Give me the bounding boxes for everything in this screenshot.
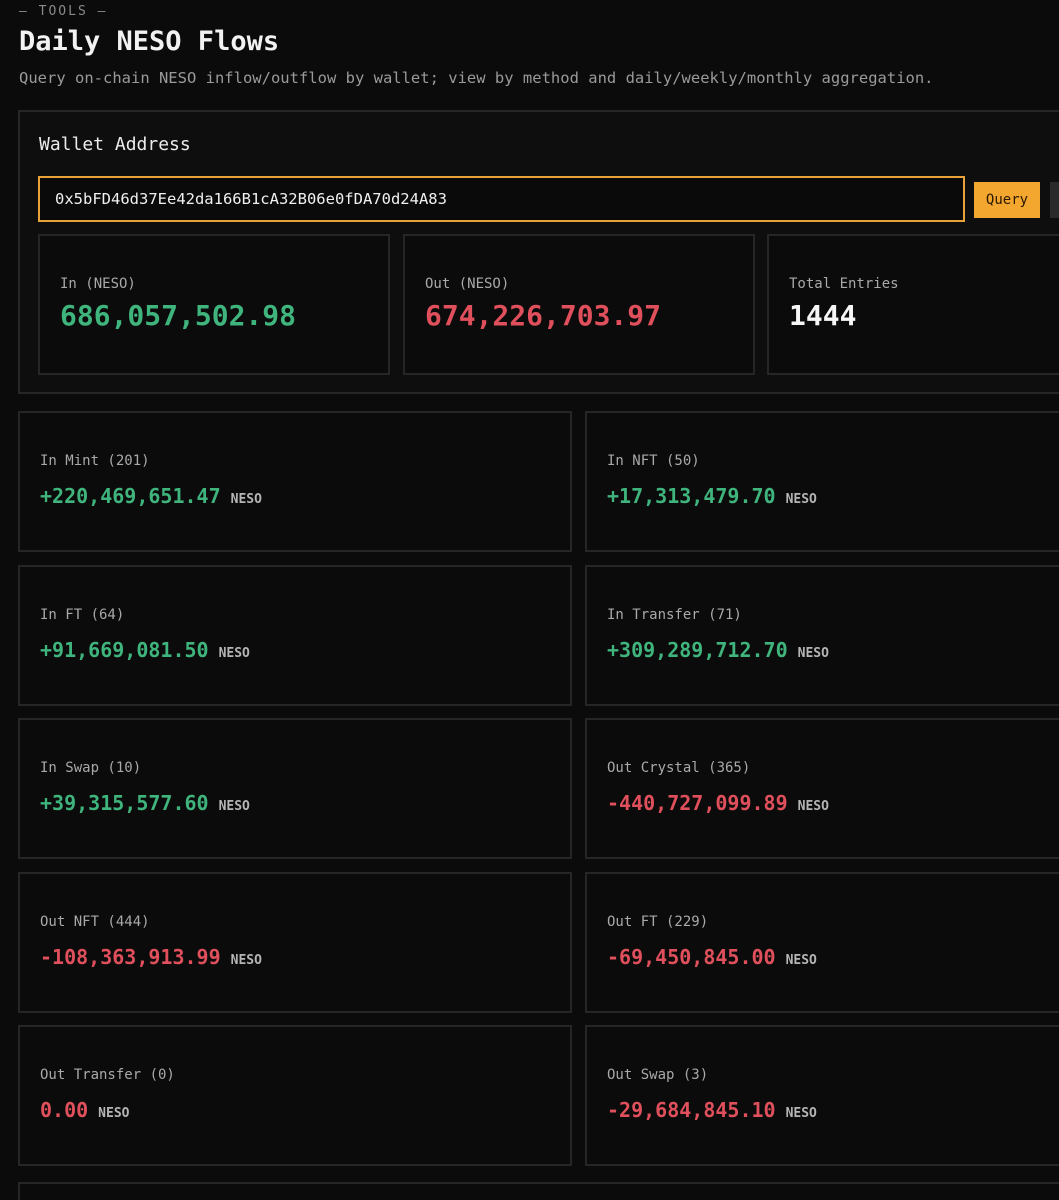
stat-label: In (NESO): [60, 276, 136, 292]
method-label: Out FT (229): [607, 914, 709, 930]
wallet-panel: Wallet Address Query In (NESO) 686,057,5…: [18, 110, 1059, 394]
unit-label: NESO: [218, 646, 250, 661]
method-amount: -29,684,845.10: [607, 1098, 776, 1122]
unit-label: NESO: [98, 1106, 130, 1121]
method-label: In Transfer (71): [607, 607, 742, 623]
method-amount: -69,450,845.00: [607, 945, 776, 969]
page-subtitle: Query on-chain NESO inflow/outflow by wa…: [19, 69, 934, 87]
method-amount: 0.00: [40, 1098, 89, 1122]
method-label: Out Crystal (365): [607, 760, 751, 776]
wallet-address-input[interactable]: [38, 176, 965, 222]
unit-label: NESO: [797, 646, 829, 661]
stat-out-total: Out (NESO) 674,226,703.97: [403, 234, 755, 375]
stat-total-entries: Total Entries 1444: [767, 234, 1059, 375]
method-label: In Swap (10): [40, 760, 142, 776]
method-amount: +220,469,651.47: [40, 484, 221, 508]
method-amount: -440,727,099.89: [607, 791, 788, 815]
stat-value: 1444: [789, 299, 857, 332]
method-card-in-nft: In NFT (50) +17,313,479.70 NESO: [585, 411, 1059, 552]
method-label: Out Swap (3): [607, 1067, 709, 1083]
stat-value: 674,226,703.97: [425, 299, 662, 332]
unit-label: NESO: [230, 492, 262, 507]
method-card-in-swap: In Swap (10) +39,315,577.60 NESO: [18, 718, 572, 859]
unit-label: NESO: [797, 799, 829, 814]
page-title: Daily NESO Flows: [19, 26, 280, 57]
method-label: In FT (64): [40, 607, 125, 623]
method-card-in-mint: In Mint (201) +220,469,651.47 NESO: [18, 411, 572, 552]
method-card-out-transfer: Out Transfer (0) 0.00 NESO: [18, 1025, 572, 1166]
wallet-address-label: Wallet Address: [39, 134, 191, 155]
method-card-out-swap: Out Swap (3) -29,684,845.10 NESO: [585, 1025, 1059, 1166]
method-label: In NFT (50): [607, 453, 700, 469]
method-amount: +39,315,577.60: [40, 791, 209, 815]
stat-value: 686,057,502.98: [60, 299, 297, 332]
method-amount: +91,669,081.50: [40, 638, 209, 662]
method-amount: +309,289,712.70: [607, 638, 788, 662]
next-panel: [18, 1182, 1059, 1200]
method-card-in-transfer: In Transfer (71) +309,289,712.70 NESO: [585, 565, 1059, 706]
method-amount: -108,363,913.99: [40, 945, 221, 969]
query-button[interactable]: Query: [974, 182, 1040, 218]
secondary-button[interactable]: [1050, 182, 1059, 218]
stat-in-total: In (NESO) 686,057,502.98: [38, 234, 390, 375]
section-eyebrow: — TOOLS —: [19, 4, 108, 19]
method-label: Out NFT (444): [40, 914, 150, 930]
unit-label: NESO: [785, 492, 817, 507]
method-label: Out Transfer (0): [40, 1067, 175, 1083]
page: — TOOLS — Daily NESO Flows Query on-chai…: [0, 0, 1059, 1200]
stat-label: Out (NESO): [425, 276, 510, 292]
method-card-out-crystal: Out Crystal (365) -440,727,099.89 NESO: [585, 718, 1059, 859]
unit-label: NESO: [785, 1106, 817, 1121]
method-card-out-ft: Out FT (229) -69,450,845.00 NESO: [585, 872, 1059, 1013]
stat-label: Total Entries: [789, 276, 899, 292]
unit-label: NESO: [218, 799, 250, 814]
method-card-out-nft: Out NFT (444) -108,363,913.99 NESO: [18, 872, 572, 1013]
unit-label: NESO: [230, 953, 262, 968]
method-amount: +17,313,479.70: [607, 484, 776, 508]
unit-label: NESO: [785, 953, 817, 968]
method-card-in-ft: In FT (64) +91,669,081.50 NESO: [18, 565, 572, 706]
method-label: In Mint (201): [40, 453, 150, 469]
